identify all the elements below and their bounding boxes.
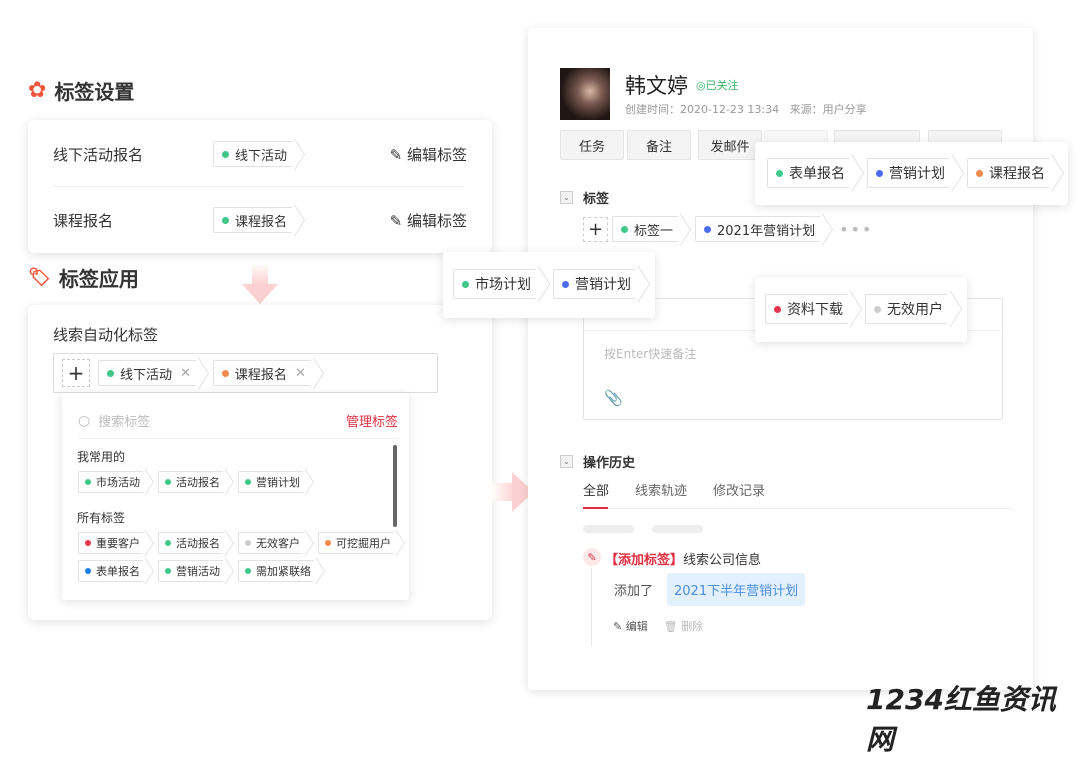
- edit-button[interactable]: ✎ 编辑: [613, 618, 648, 634]
- tag-chip: 课程报名: [213, 207, 296, 233]
- edit-tags-button[interactable]: ✎ 编辑标签: [390, 210, 467, 231]
- tag-chip: 营销计划: [867, 158, 953, 188]
- tab-all[interactable]: 全部: [583, 480, 609, 499]
- down-arrow-icon: [242, 262, 278, 306]
- add-tag-button[interactable]: +: [583, 216, 608, 242]
- tag-popover-middle: 市场计划 营销计划: [443, 252, 655, 318]
- email-button[interactable]: 发邮件: [698, 130, 762, 160]
- tag-option[interactable]: 营销计划: [238, 471, 306, 493]
- tag-settings-card: 线下活动报名 线下活动 ✎ 编辑标签 课程报名 课程报名 ✎ 编辑标签: [28, 120, 492, 253]
- follow-status: ◎已关注: [696, 79, 739, 92]
- more-icon[interactable]: •••: [839, 220, 873, 239]
- tab-edit-log[interactable]: 修改记录: [713, 480, 765, 499]
- frequent-tags: 市场活动 活动报名 营销计划: [78, 471, 318, 493]
- tag-chip: 线下活动 ✕: [98, 360, 199, 386]
- tag-option[interactable]: 无效客户: [238, 532, 306, 554]
- settings-row: 课程报名 课程报名 ✎ 编辑标签: [53, 207, 467, 233]
- tag-icon: 🏷: [28, 267, 51, 288]
- tag-option[interactable]: 可挖掘用户: [318, 532, 397, 554]
- task-button[interactable]: 任务: [560, 130, 624, 160]
- edit-tags-button[interactable]: ✎ 编辑标签: [390, 144, 467, 165]
- tab-lead-track[interactable]: 线索轨迹: [635, 480, 687, 499]
- delete-button[interactable]: 🗑 删除: [664, 618, 703, 634]
- wechat-icon: ◎: [696, 79, 706, 92]
- gear-icon: ✿: [28, 78, 47, 103]
- tags-section-header[interactable]: ⌄ 标签: [560, 188, 609, 207]
- tag-popover-bottom: 资料下载 无效用户: [755, 277, 967, 342]
- note-button[interactable]: 备注: [627, 130, 691, 160]
- tag-option[interactable]: 需加紧联络: [238, 560, 317, 582]
- manage-tags-link[interactable]: 管理标签: [346, 411, 398, 430]
- tag-link[interactable]: 2021下半年营销计划: [667, 573, 806, 606]
- close-icon[interactable]: ✕: [180, 366, 191, 381]
- chevron-down-icon: ⌄: [560, 191, 573, 204]
- tag-option[interactable]: 营销活动: [158, 560, 226, 582]
- all-tags: 重要客户 活动报名 无效客户 可挖掘用户: [78, 532, 409, 554]
- tag-chip: 标签一: [612, 216, 682, 242]
- watermark: 1234红鱼资讯网: [866, 683, 1056, 756]
- pencil-icon: ✎: [583, 548, 601, 566]
- tag-settings-heading: ✿ 标签设置: [28, 78, 135, 104]
- tag-chip: 线下活动: [213, 141, 296, 167]
- attachment-icon[interactable]: 📎: [604, 389, 623, 407]
- chevron-down-icon: ⌄: [560, 455, 573, 468]
- tag-chip: 无效用户: [865, 294, 951, 324]
- tag-chip: 课程报名: [967, 158, 1053, 188]
- tag-option[interactable]: 活动报名: [158, 532, 226, 554]
- tag-search-input[interactable]: 搜索标签: [98, 411, 150, 430]
- tag-apply-heading: 🏷 标签应用: [28, 267, 139, 291]
- scrollbar[interactable]: [393, 445, 397, 527]
- close-icon[interactable]: ✕: [295, 366, 306, 381]
- tag-option[interactable]: 市场活动: [78, 471, 146, 493]
- tag-chip: 2021年营销计划: [695, 216, 824, 242]
- tag-option[interactable]: 活动报名: [158, 471, 226, 493]
- active-tab-indicator: [583, 507, 608, 509]
- tag-chip: 市场计划: [453, 269, 539, 299]
- tag-chip: 表单报名: [767, 158, 853, 188]
- trash-icon: 🗑: [663, 620, 678, 633]
- search-icon: ○: [78, 412, 91, 429]
- pencil-icon: ✎: [389, 211, 403, 230]
- pencil-icon: ✎: [389, 145, 403, 164]
- add-tag-button[interactable]: +: [62, 359, 90, 387]
- tag-dropdown: ○ 搜索标签 管理标签 我常用的 市场活动 活动报名 营销计划 所有标签 重要客…: [62, 393, 409, 600]
- history-section-header[interactable]: ⌄ 操作历史: [560, 452, 635, 471]
- auto-tag-input[interactable]: + 线下活动 ✕ 课程报名 ✕: [53, 353, 438, 393]
- tag-chip: 课程报名 ✕: [212, 360, 314, 386]
- avatar: [560, 68, 610, 120]
- tag-option[interactable]: 表单报名: [78, 560, 146, 582]
- settings-row: 线下活动报名 线下活动 ✎ 编辑标签: [53, 141, 467, 167]
- tag-option[interactable]: 重要客户: [78, 532, 146, 554]
- tag-chip: 营销计划: [553, 269, 639, 299]
- lead-name: 韩文婷: [625, 74, 688, 98]
- lead-detail-panel: 韩文婷 ◎已关注 创建时间：2020-12-23 13:34 来源：用户分享 任…: [528, 28, 1033, 690]
- divider: [53, 186, 464, 187]
- tag-popover-top: 表单报名 营销计划 课程报名: [755, 142, 1068, 205]
- tag-chip: 资料下载: [765, 294, 851, 324]
- pencil-icon: ✎: [613, 620, 623, 633]
